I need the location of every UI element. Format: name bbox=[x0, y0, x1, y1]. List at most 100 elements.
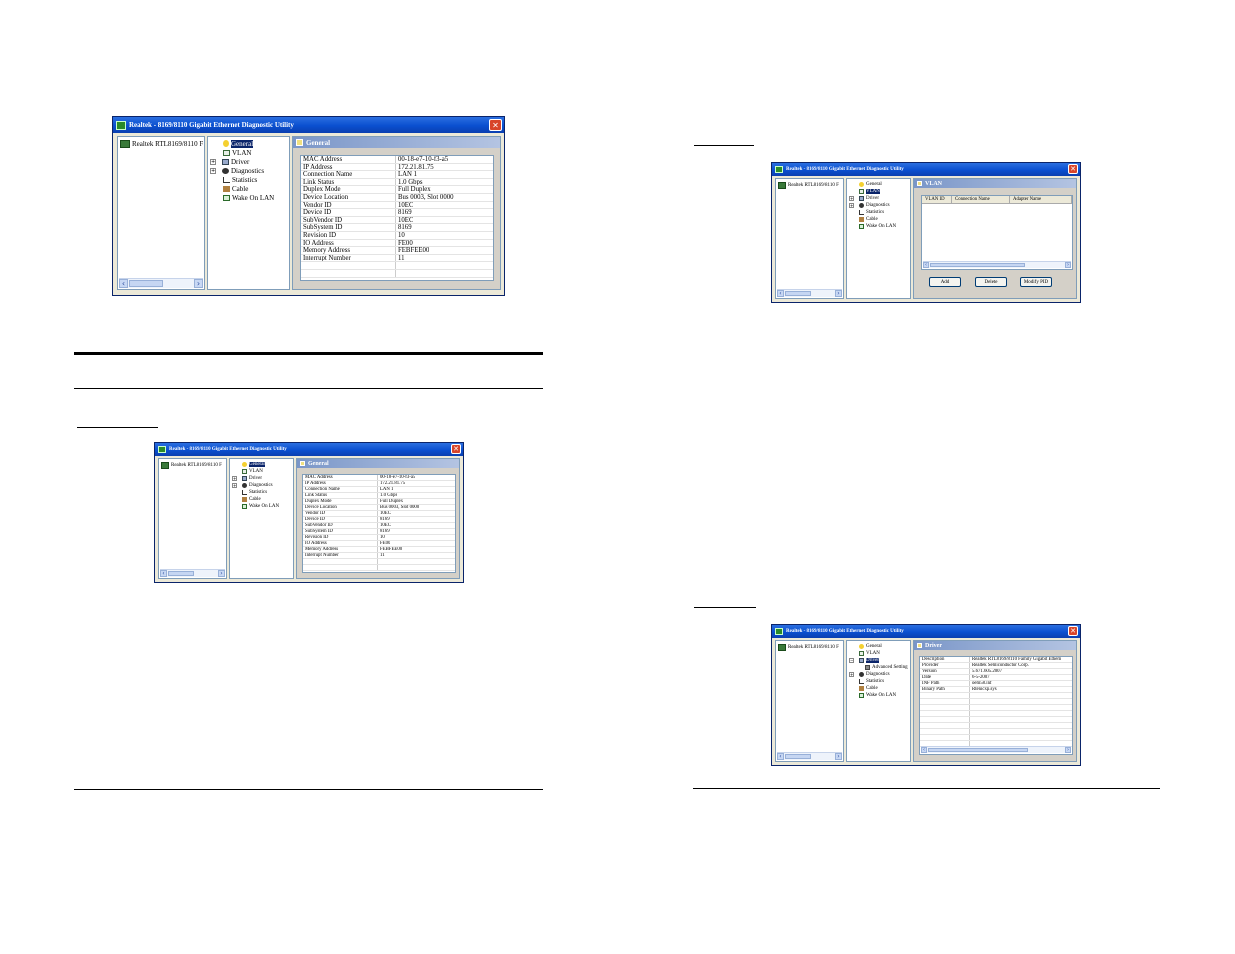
window-titlebar[interactable]: Realtek - 8169/8110 Gigabit Ethernet Dia… bbox=[772, 625, 1080, 638]
bulb-icon bbox=[296, 139, 303, 146]
tree-item-cable[interactable]: Cable bbox=[849, 685, 908, 692]
adapter-label: Realtek RTL8169/8110 F bbox=[788, 645, 839, 650]
tree-item-diagnostics[interactable]: + Diagnostics bbox=[232, 482, 279, 489]
scroll-thumb[interactable] bbox=[129, 280, 163, 287]
tree-item-vlan[interactable]: VLAN bbox=[210, 148, 274, 157]
wake-on-lan-icon bbox=[859, 224, 864, 229]
scroll-right-button[interactable]: › bbox=[1065, 262, 1071, 268]
tree-item-vlan[interactable]: VLAN bbox=[849, 188, 896, 195]
horizontal-scrollbar[interactable]: ‹ › bbox=[119, 278, 203, 288]
tree-item-wake-on-lan[interactable]: Wake On LAN bbox=[210, 193, 274, 202]
property-value: 10EC bbox=[398, 216, 414, 224]
tree-item-diagnostics[interactable]: + Diagnostics bbox=[849, 671, 908, 678]
tree-item-wake-on-lan[interactable]: Wake On LAN bbox=[849, 223, 896, 230]
expand-toggle[interactable]: + bbox=[232, 476, 237, 481]
tree-label-diagnostics: Diagnostics bbox=[866, 203, 890, 208]
expand-toggle[interactable]: + bbox=[849, 203, 854, 208]
tree-item-cable[interactable]: Cable bbox=[849, 216, 896, 223]
tree-item-cable[interactable]: Cable bbox=[210, 184, 274, 193]
horizontal-scrollbar[interactable]: ‹ › bbox=[921, 746, 1071, 753]
horizontal-scrollbar[interactable]: ‹ › bbox=[777, 289, 842, 297]
tree-item-vlan[interactable]: VLAN bbox=[232, 468, 279, 475]
scroll-thumb[interactable] bbox=[168, 571, 194, 576]
expand-toggle[interactable]: + bbox=[210, 167, 216, 174]
tree-item-wake-on-lan[interactable]: Wake On LAN bbox=[849, 692, 908, 699]
cable-icon bbox=[859, 217, 864, 222]
horizontal-scrollbar[interactable]: ‹ › bbox=[160, 569, 225, 577]
tree-item-diagnostics[interactable]: + Diagnostics bbox=[849, 202, 896, 209]
tree-item-diagnostics[interactable]: + Diagnostics bbox=[210, 166, 274, 175]
property-name: Binary Path bbox=[920, 687, 970, 692]
tree-item-statistics[interactable]: Statistics bbox=[849, 678, 908, 685]
property-value: Realtek Semiconductor Corp. bbox=[972, 663, 1029, 668]
vlan-icon bbox=[859, 651, 864, 656]
scroll-left-button[interactable]: ‹ bbox=[119, 279, 128, 288]
scroll-right-button[interactable]: › bbox=[218, 570, 225, 577]
tree-item-driver[interactable]: + Driver bbox=[210, 157, 274, 166]
tree-item-vlan[interactable]: VLAN bbox=[849, 650, 908, 657]
scroll-right-button[interactable]: › bbox=[194, 279, 203, 288]
close-button[interactable]: ✕ bbox=[489, 119, 502, 131]
table-row: Device Location Bus 0003, Slot 0000 bbox=[301, 193, 493, 202]
column-connection-name[interactable]: Connection Name bbox=[952, 196, 1010, 203]
window-titlebar[interactable]: Realtek - 8169/8110 Gigabit Ethernet Dia… bbox=[113, 117, 504, 133]
delete-button[interactable]: Delete bbox=[975, 277, 1007, 287]
tree-item-driver[interactable]: + Driver bbox=[849, 195, 896, 202]
adapter-item[interactable]: Realtek RTL8169/8110 F bbox=[161, 462, 222, 469]
horizontal-scrollbar[interactable]: ‹ › bbox=[777, 752, 842, 760]
adapter-item[interactable]: Realtek RTL8169/8110 F bbox=[778, 644, 839, 651]
diagnostics-icon bbox=[222, 167, 229, 174]
scroll-thumb[interactable] bbox=[928, 748, 1028, 752]
scroll-thumb[interactable] bbox=[785, 291, 811, 296]
expand-toggle[interactable]: + bbox=[232, 483, 237, 488]
vlan-list[interactable]: VLAN ID Connection Name Adapter Name ‹ › bbox=[921, 195, 1073, 270]
scroll-right-button[interactable]: › bbox=[1065, 747, 1071, 753]
adapter-item[interactable]: Realtek RTL8169/8110 F bbox=[120, 140, 203, 148]
tree-item-statistics[interactable]: Statistics bbox=[849, 209, 896, 216]
tree-item-driver[interactable]: + Driver bbox=[232, 475, 279, 482]
property-value: FEBFEE00 bbox=[398, 247, 430, 254]
tree-item-general[interactable]: General bbox=[849, 181, 896, 188]
adapter-item[interactable]: Realtek RTL8169/8110 F bbox=[778, 182, 839, 189]
tree-item-general[interactable]: General bbox=[210, 139, 274, 148]
window-titlebar[interactable]: Realtek - 8169/8110 Gigabit Ethernet Dia… bbox=[155, 443, 463, 456]
scroll-thumb[interactable] bbox=[785, 754, 811, 759]
scroll-left-button[interactable]: ‹ bbox=[160, 570, 167, 577]
scroll-thumb[interactable] bbox=[930, 263, 1025, 267]
column-adapter-name[interactable]: Adapter Name bbox=[1010, 196, 1072, 203]
property-name: IP Address bbox=[301, 163, 396, 171]
scroll-left-button[interactable]: ‹ bbox=[921, 747, 927, 753]
expand-toggle[interactable]: + bbox=[849, 196, 854, 201]
tree-item-wake-on-lan[interactable]: Wake On LAN bbox=[232, 503, 279, 510]
close-button[interactable]: ✕ bbox=[451, 444, 461, 454]
tree-label-vlan: VLAN bbox=[866, 189, 880, 194]
tree-item-general[interactable]: General bbox=[232, 461, 279, 468]
tree-item-statistics[interactable]: Statistics bbox=[232, 489, 279, 496]
collapse-toggle[interactable]: − bbox=[849, 658, 854, 663]
driver-icon bbox=[859, 196, 864, 201]
column-vlan-id[interactable]: VLAN ID bbox=[922, 196, 952, 203]
tree-item-statistics[interactable]: Statistics bbox=[210, 175, 274, 184]
horizontal-scrollbar[interactable]: ‹ › bbox=[923, 261, 1071, 268]
tree-item-general[interactable]: General bbox=[849, 643, 908, 650]
tree-item-advanced-setting[interactable]: Advanced Setting bbox=[849, 664, 908, 671]
scroll-left-button[interactable]: ‹ bbox=[923, 262, 929, 268]
property-name: Description bbox=[920, 657, 970, 662]
scroll-right-button[interactable]: › bbox=[835, 290, 842, 297]
window-titlebar[interactable]: Realtek - 8169/8110 Gigabit Ethernet Dia… bbox=[772, 163, 1080, 176]
scroll-left-button[interactable]: ‹ bbox=[777, 290, 784, 297]
scroll-right-button[interactable]: › bbox=[835, 753, 842, 760]
tree-item-driver[interactable]: − Driver bbox=[849, 657, 908, 664]
close-button[interactable]: ✕ bbox=[1068, 164, 1078, 174]
close-button[interactable]: ✕ bbox=[1068, 626, 1078, 636]
property-name: Vendor ID bbox=[303, 511, 378, 516]
modify-pid-button[interactable]: Modify PID bbox=[1020, 277, 1052, 287]
tree-item-cable[interactable]: Cable bbox=[232, 496, 279, 503]
scroll-left-button[interactable]: ‹ bbox=[777, 753, 784, 760]
property-name: SubSystem ID bbox=[301, 224, 396, 231]
add-button[interactable]: Add bbox=[929, 277, 961, 287]
expand-toggle[interactable]: + bbox=[210, 158, 216, 165]
adapter-list-pane: Realtek RTL8169/8110 F ‹ › bbox=[775, 640, 844, 762]
expand-toggle[interactable]: + bbox=[849, 672, 854, 677]
property-name: Interrupt Number bbox=[303, 553, 378, 558]
